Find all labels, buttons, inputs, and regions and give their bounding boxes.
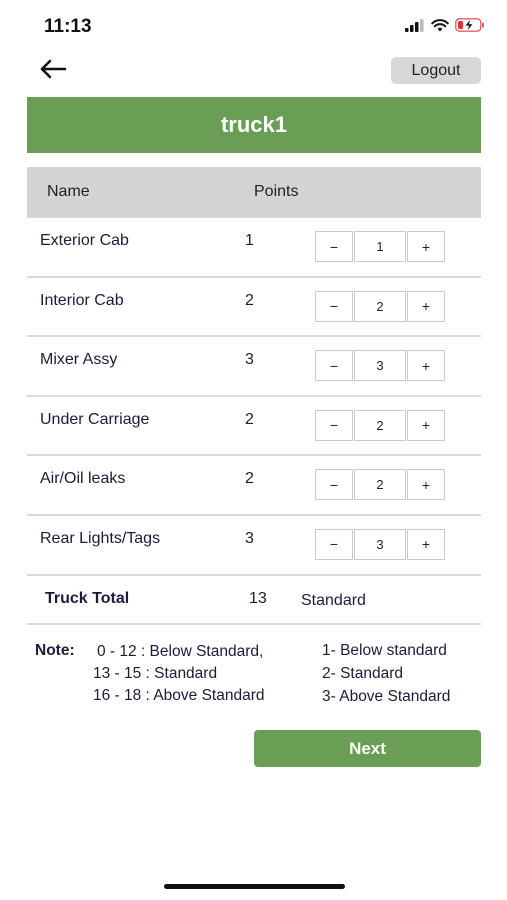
status-icons bbox=[405, 18, 485, 37]
note-range-line: 13 - 15 : Standard bbox=[93, 665, 218, 682]
note-label: Note: bbox=[35, 642, 75, 659]
note-scale-line: 3- Above Standard bbox=[322, 688, 451, 705]
status-bar: 11:13 bbox=[0, 0, 507, 52]
row-points: 2 bbox=[245, 410, 254, 428]
table-header: Name Points bbox=[27, 167, 481, 218]
signal-icon bbox=[405, 18, 425, 37]
wifi-icon bbox=[431, 18, 449, 37]
points-stepper: − 3 + bbox=[315, 528, 445, 560]
note-range-line: 0 - 12 : Below Standard, bbox=[97, 643, 264, 660]
row-name: Interior Cab bbox=[40, 291, 124, 309]
increment-button[interactable]: + bbox=[407, 290, 445, 322]
row-points: 2 bbox=[245, 291, 254, 309]
page-title: truck1 bbox=[220, 112, 288, 137]
decrement-button[interactable]: − bbox=[315, 290, 353, 322]
total-value: 13 bbox=[249, 590, 267, 607]
next-button[interactable]: Next bbox=[254, 730, 481, 767]
row-points: 1 bbox=[245, 232, 254, 249]
arrow-left-icon bbox=[39, 59, 67, 84]
row-points: 3 bbox=[245, 351, 254, 369]
increment-button[interactable]: + bbox=[407, 409, 445, 441]
increment-button[interactable]: + bbox=[407, 528, 445, 560]
stepper-value[interactable]: 2 bbox=[354, 409, 406, 441]
table-row: Exterior Cab 1 − 1 + bbox=[27, 218, 481, 278]
inspection-list: Exterior Cab 1 − 1 + Interior Cab 2 − 2 … bbox=[27, 218, 481, 576]
table-row: Mixer Assy 3 − 3 + bbox=[27, 337, 481, 397]
row-name: Exterior Cab bbox=[40, 232, 129, 249]
page-title-bar: truck1 bbox=[27, 97, 481, 153]
status-time: 11:13 bbox=[44, 16, 92, 37]
points-stepper: − 3 + bbox=[315, 350, 445, 382]
decrement-button[interactable]: − bbox=[315, 469, 353, 501]
stepper-value[interactable]: 3 bbox=[354, 350, 406, 382]
increment-button[interactable]: + bbox=[407, 231, 445, 262]
column-header-name: Name bbox=[47, 183, 90, 200]
stepper-value[interactable]: 2 bbox=[354, 290, 406, 322]
row-points: 2 bbox=[245, 470, 254, 488]
stepper-value[interactable]: 3 bbox=[354, 528, 406, 560]
decrement-button[interactable]: − bbox=[315, 231, 353, 262]
back-button[interactable] bbox=[36, 56, 70, 86]
note-scale-line: 1- Below standard bbox=[322, 642, 447, 659]
stepper-value[interactable]: 2 bbox=[354, 469, 406, 501]
points-stepper: − 2 + bbox=[315, 469, 445, 501]
increment-button[interactable]: + bbox=[407, 469, 445, 501]
table-row: Air/Oil leaks 2 − 2 + bbox=[27, 456, 481, 516]
points-stepper: − 1 + bbox=[315, 231, 445, 262]
table-row: Rear Lights/Tags 3 − 3 + bbox=[27, 516, 481, 576]
total-status: Standard bbox=[301, 592, 366, 609]
row-name: Rear Lights/Tags bbox=[40, 529, 161, 547]
decrement-button[interactable]: − bbox=[315, 350, 353, 382]
note-range-line: 16 - 18 : Above Standard bbox=[93, 687, 265, 704]
total-row: Truck Total 13 Standard bbox=[27, 576, 481, 625]
column-header-points: Points bbox=[254, 183, 299, 200]
decrement-button[interactable]: − bbox=[315, 528, 353, 560]
note-scale-line: 2- Standard bbox=[322, 665, 403, 682]
row-name: Mixer Assy bbox=[40, 351, 118, 369]
points-stepper: − 2 + bbox=[315, 409, 445, 441]
home-indicator bbox=[164, 884, 345, 889]
row-points: 3 bbox=[245, 529, 254, 547]
row-name: Air/Oil leaks bbox=[40, 470, 126, 488]
battery-icon bbox=[455, 18, 485, 37]
table-row: Interior Cab 2 − 2 + bbox=[27, 278, 481, 338]
decrement-button[interactable]: − bbox=[315, 409, 353, 441]
top-bar: Logout bbox=[0, 52, 507, 92]
row-name: Under Carriage bbox=[40, 410, 150, 428]
total-label: Truck Total bbox=[45, 590, 130, 607]
table-row: Under Carriage 2 − 2 + bbox=[27, 397, 481, 457]
points-stepper: − 2 + bbox=[315, 290, 445, 322]
stepper-value[interactable]: 1 bbox=[354, 231, 406, 262]
logout-button[interactable]: Logout bbox=[391, 57, 481, 84]
increment-button[interactable]: + bbox=[407, 350, 445, 382]
